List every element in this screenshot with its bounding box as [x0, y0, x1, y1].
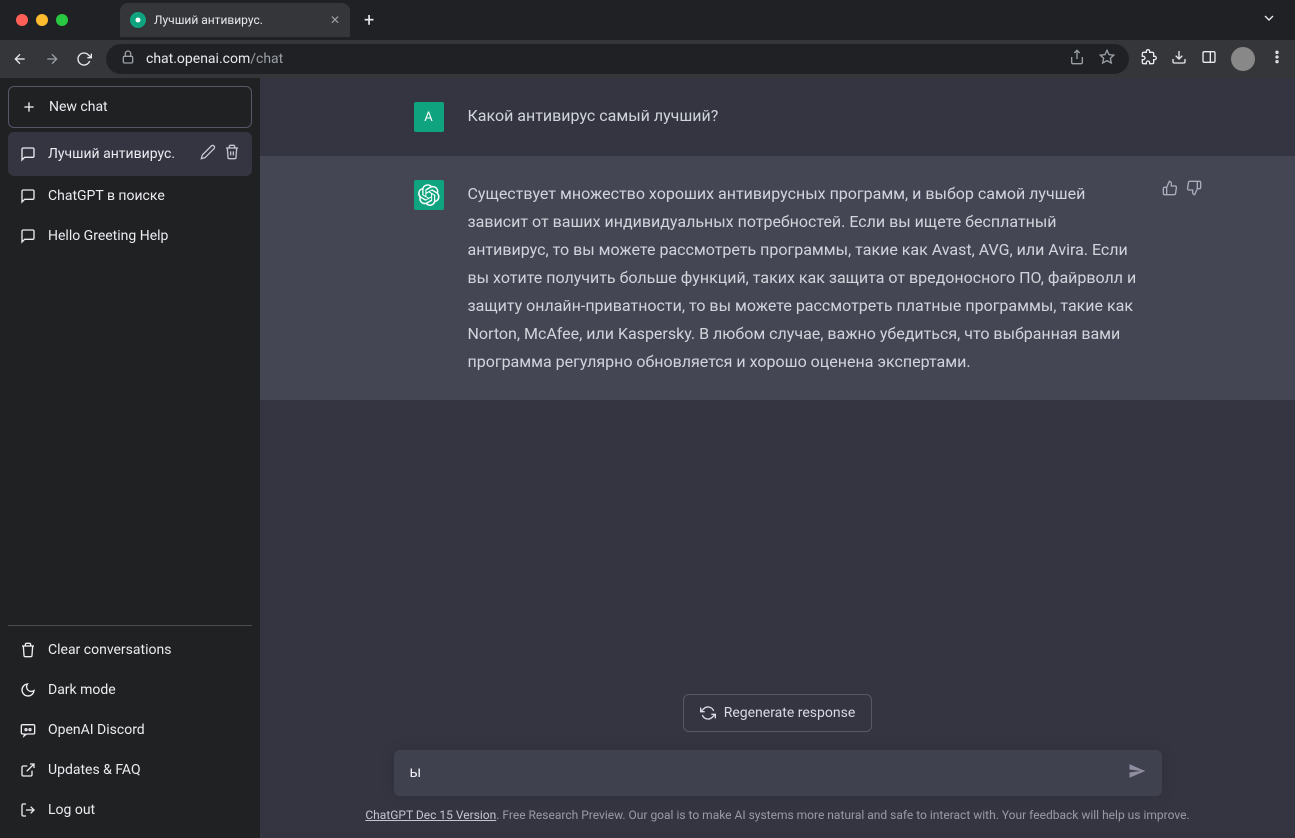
user-message: А Какой антивирус самый лучший?: [260, 78, 1295, 156]
message-input[interactable]: [410, 764, 1128, 782]
app: New chat Лучший антивирус. ChatGPT в пои…: [0, 78, 1295, 838]
close-tab-icon[interactable]: ✕: [330, 13, 340, 27]
browser-tab[interactable]: Лучший антивирус. ✕: [120, 3, 350, 37]
regenerate-button[interactable]: Regenerate response: [683, 694, 873, 732]
browser-chrome: Лучший антивирус. ✕ + chat.openai.com/ch…: [0, 0, 1295, 78]
new-chat-label: New chat: [49, 99, 108, 115]
discord-button[interactable]: OpenAI Discord: [8, 710, 252, 750]
chat-list: Лучший антивирус. ChatGPT в поиске Hello…: [8, 132, 252, 625]
forward-button[interactable]: [42, 51, 62, 67]
chat-item-label: Hello Greeting Help: [48, 228, 240, 244]
faq-label: Updates & FAQ: [48, 762, 141, 778]
moon-icon: [20, 682, 36, 698]
trash-icon: [20, 642, 36, 658]
openai-avatar-icon: [414, 180, 444, 210]
new-chat-button[interactable]: New chat: [8, 86, 252, 128]
chat-item[interactable]: ChatGPT в поиске: [8, 176, 252, 216]
sidebar: New chat Лучший антивирус. ChatGPT в пои…: [0, 78, 260, 838]
extensions-icon[interactable]: [1141, 49, 1157, 69]
dark-mode-button[interactable]: Dark mode: [8, 670, 252, 710]
back-button[interactable]: [10, 51, 30, 67]
chat-icon: [20, 146, 36, 162]
tab-dropdown-icon[interactable]: [1261, 10, 1277, 30]
message-input-wrap: [394, 750, 1162, 796]
chat-icon: [20, 228, 36, 244]
thumbs-up-icon[interactable]: [1162, 180, 1178, 200]
logout-icon: [20, 802, 36, 818]
message-actions: [1162, 180, 1202, 200]
version-link[interactable]: ChatGPT Dec 15 Version: [365, 808, 496, 822]
window-controls: [8, 14, 80, 26]
discord-icon: [20, 722, 36, 738]
share-icon[interactable]: [1069, 49, 1085, 69]
bottom-area: Regenerate response ChatGPT Dec 15 Versi…: [260, 694, 1295, 838]
chat-icon: [20, 188, 36, 204]
messages: А Какой антивирус самый лучший? Существу…: [260, 78, 1295, 694]
lock-icon: [120, 49, 136, 69]
external-link-icon: [20, 762, 36, 778]
discord-label: OpenAI Discord: [48, 722, 145, 738]
dark-label: Dark mode: [48, 682, 116, 698]
thumbs-down-icon[interactable]: [1186, 180, 1202, 200]
downloads-icon[interactable]: [1171, 49, 1187, 69]
chat-item-label: ChatGPT в поиске: [48, 188, 240, 204]
menu-icon[interactable]: [1269, 49, 1285, 69]
clear-label: Clear conversations: [48, 642, 171, 658]
logout-label: Log out: [48, 802, 95, 818]
profile-avatar-icon[interactable]: [1231, 47, 1255, 71]
url-bar[interactable]: chat.openai.com/chat: [106, 44, 1129, 74]
user-message-text: Какой антивирус самый лучший?: [468, 102, 1142, 132]
reload-button[interactable]: [74, 51, 94, 67]
refresh-icon: [700, 705, 716, 721]
chat-item[interactable]: Hello Greeting Help: [8, 216, 252, 256]
plus-icon: [21, 99, 37, 115]
send-icon[interactable]: [1128, 762, 1146, 784]
main: А Какой антивирус самый лучший? Существу…: [260, 78, 1295, 838]
chat-item-label: Лучший антивирус.: [48, 146, 188, 162]
sidebar-bottom: Clear conversations Dark mode OpenAI Dis…: [8, 625, 252, 830]
footer-note: ChatGPT Dec 15 Version. Free Research Pr…: [280, 808, 1275, 822]
url-text: chat.openai.com/chat: [146, 51, 283, 67]
assistant-message-text: Существует множество хороших антивирусны…: [468, 180, 1142, 376]
edit-icon[interactable]: [200, 144, 216, 164]
assistant-message: Существует множество хороших антивирусны…: [260, 156, 1295, 400]
openai-favicon-icon: [130, 12, 146, 28]
new-tab-button[interactable]: +: [364, 10, 374, 31]
trash-icon[interactable]: [224, 144, 240, 164]
nav-bar: chat.openai.com/chat: [0, 40, 1295, 78]
close-window-button[interactable]: [16, 14, 28, 26]
clear-conversations-button[interactable]: Clear conversations: [8, 630, 252, 670]
tab-title: Лучший антивирус.: [154, 13, 322, 27]
footer-text: . Free Research Preview. Our goal is to …: [496, 808, 1189, 822]
maximize-window-button[interactable]: [56, 14, 68, 26]
bookmark-star-icon[interactable]: [1099, 49, 1115, 69]
updates-faq-button[interactable]: Updates & FAQ: [8, 750, 252, 790]
side-panel-icon[interactable]: [1201, 49, 1217, 69]
minimize-window-button[interactable]: [36, 14, 48, 26]
regenerate-label: Regenerate response: [724, 705, 856, 721]
user-avatar: А: [414, 102, 444, 132]
logout-button[interactable]: Log out: [8, 790, 252, 830]
chat-item[interactable]: Лучший антивирус.: [8, 132, 252, 176]
tab-bar: Лучший антивирус. ✕ +: [0, 0, 1295, 40]
